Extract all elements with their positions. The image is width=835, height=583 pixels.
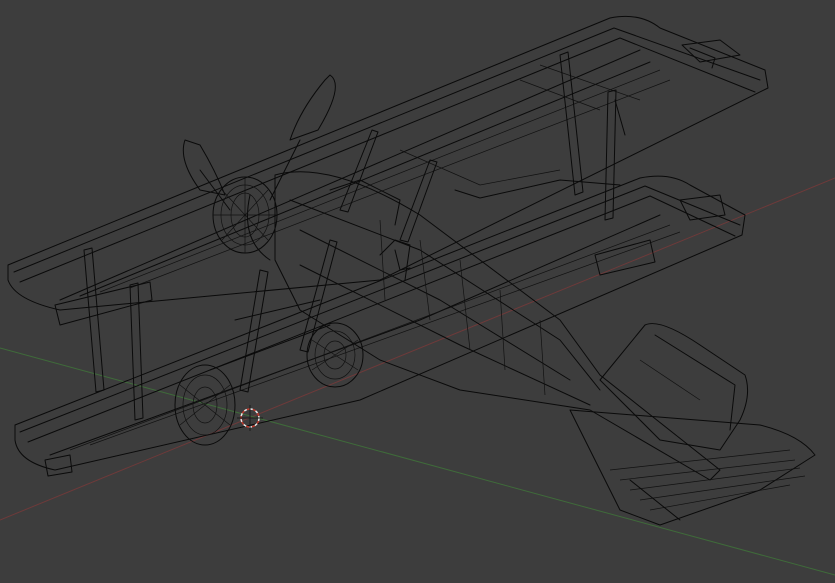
horizontal-stabilizer [569, 409, 816, 526]
engine-cowl [212, 176, 278, 254]
tail-fin [599, 323, 749, 451]
wing-struts [83, 51, 626, 421]
upper-wing[interactable] [7, 15, 769, 311]
propeller[interactable] [182, 74, 336, 261]
biplane-wireframe[interactable] [7, 15, 816, 526]
3d-viewport[interactable] [0, 0, 835, 583]
x-axis-line [0, 177, 835, 521]
landing-gear [174, 322, 364, 446]
viewport-canvas[interactable] [0, 0, 835, 583]
